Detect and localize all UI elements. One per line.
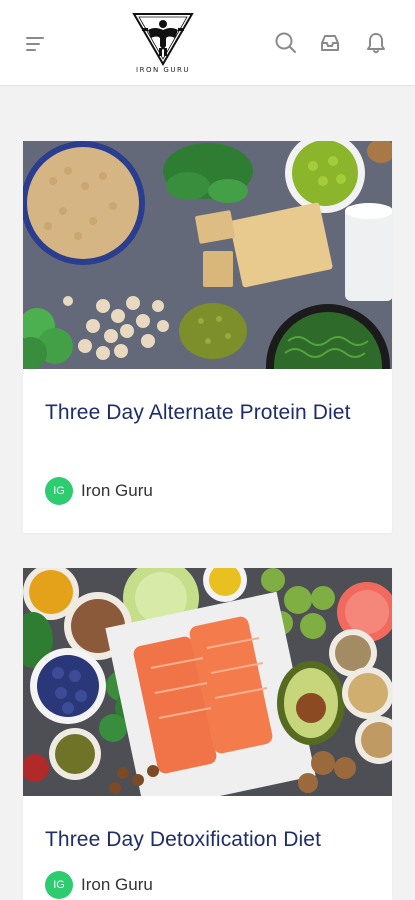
search-icon bbox=[275, 32, 296, 53]
article-author[interactable]: IG Iron Guru bbox=[45, 477, 153, 505]
avatar: IG bbox=[45, 871, 73, 899]
protein-foods-photo bbox=[23, 141, 392, 369]
article-title[interactable]: Three Day Detoxification Diet bbox=[45, 824, 365, 855]
menu-icon bbox=[26, 37, 44, 51]
article-image[interactable] bbox=[23, 568, 392, 796]
article-title[interactable]: Three Day Alternate Protein Diet bbox=[45, 397, 365, 428]
app-header: IRON GURU bbox=[0, 0, 415, 86]
article-image[interactable] bbox=[23, 141, 392, 369]
inbox-button[interactable] bbox=[317, 30, 343, 56]
logo-text: IRON GURU bbox=[136, 66, 190, 74]
avatar: IG bbox=[45, 477, 73, 505]
author-name: Iron Guru bbox=[81, 875, 153, 894]
bell-icon bbox=[367, 33, 385, 54]
menu-button[interactable] bbox=[20, 30, 52, 58]
detox-foods-photo bbox=[23, 568, 392, 796]
iron-guru-logo-icon bbox=[132, 13, 194, 66]
inbox-icon bbox=[321, 35, 339, 51]
search-button[interactable] bbox=[273, 30, 299, 56]
author-name: Iron Guru bbox=[81, 481, 153, 500]
article-feed[interactable]: Three Day Alternate Protein Diet IG Iron… bbox=[0, 86, 415, 900]
article-card[interactable]: Three Day Detoxification Diet IG Iron Gu… bbox=[23, 568, 392, 900]
app-logo[interactable]: IRON GURU bbox=[128, 8, 198, 76]
notifications-button[interactable] bbox=[363, 30, 389, 56]
article-author[interactable]: IG Iron Guru bbox=[45, 871, 153, 899]
article-card[interactable]: Three Day Alternate Protein Diet IG Iron… bbox=[23, 141, 392, 533]
